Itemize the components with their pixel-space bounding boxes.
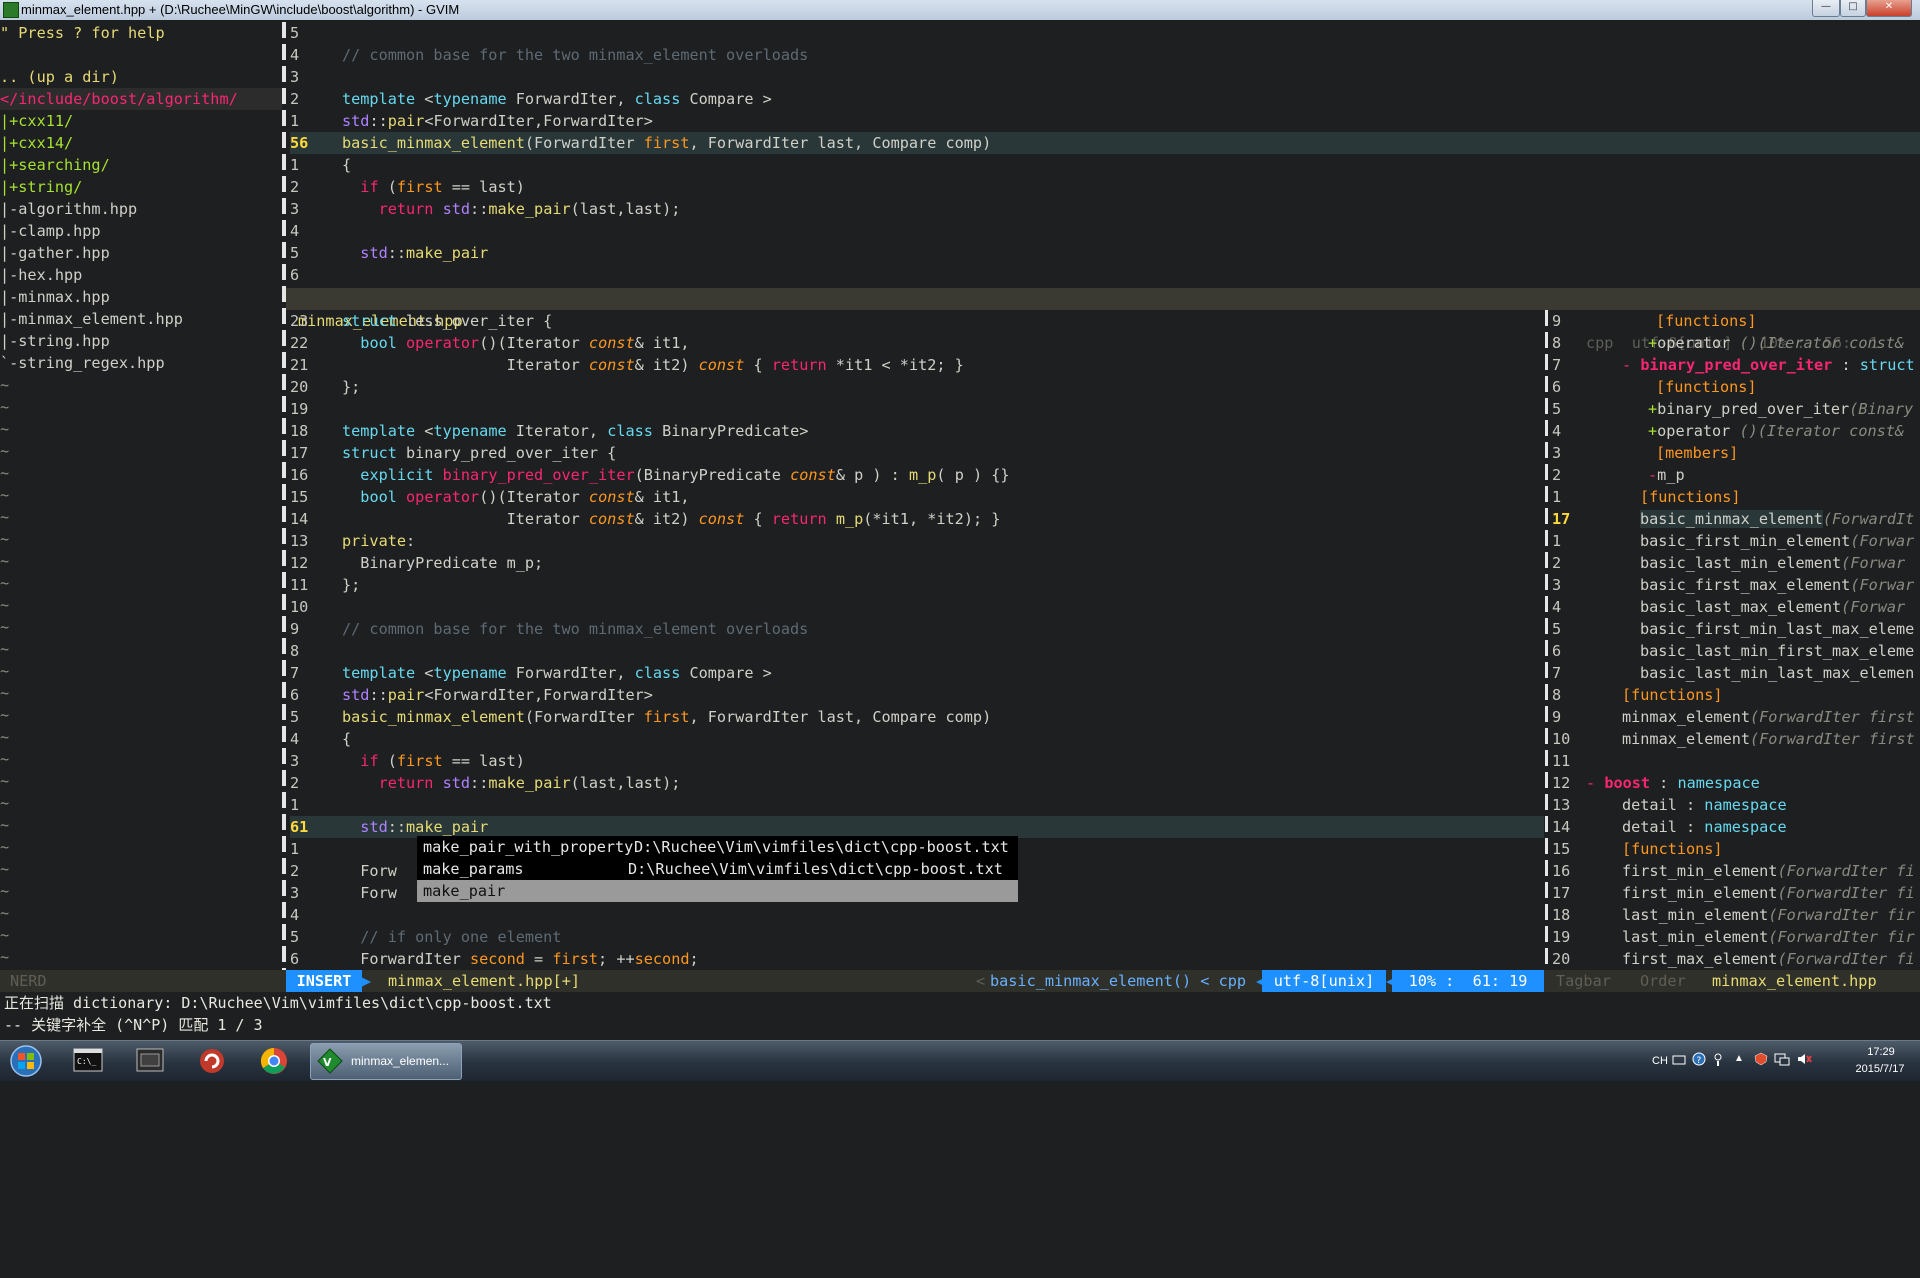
editor-top-split[interactable]: 5 4// common base for the two minmax_ele… <box>290 22 1920 288</box>
completion-item[interactable]: make_params D:\Ruchee\Vim\vimfiles\dict\c… <box>417 858 1018 880</box>
empty-line-tilde: ~ <box>0 662 10 680</box>
tag-row-current[interactable]: 17 basic_minmax_element(ForwardIt <box>1552 508 1920 530</box>
tagbar-sort-order: Order <box>1640 972 1686 990</box>
empty-line-tilde: ~ <box>0 618 10 636</box>
start-button-icon[interactable] <box>4 1044 48 1078</box>
nerdtree-file[interactable]: |-algorithm.hpp <box>0 198 137 220</box>
clock-time[interactable]: 17:29 <box>1848 1046 1914 1058</box>
empty-line-tilde: ~ <box>0 882 10 900</box>
taskbar-gvim-label: minmax_elemen... <box>351 1054 450 1068</box>
nerdtree-dir[interactable]: |+cxx14/ <box>0 132 73 154</box>
empty-line-tilde: ~ <box>0 420 10 438</box>
empty-line-tilde: ~ <box>0 574 10 592</box>
tagbar-status: Tagbar <box>1556 972 1611 990</box>
language-indicator[interactable]: CH <box>1652 1055 1668 1067</box>
empty-line-tilde: ~ <box>0 486 10 504</box>
nerdtree-file[interactable]: |-gather.hpp <box>0 242 110 264</box>
mode-indicator: INSERT <box>286 970 362 992</box>
code-line-current: 56 basic_minmax_element(ForwardIter first… <box>290 132 1920 154</box>
separator-icon: < <box>976 972 986 990</box>
nerdtree-dir[interactable]: |+string/ <box>0 176 82 198</box>
nerdtree-file[interactable]: `-string_regex.hpp <box>0 352 165 374</box>
windows-taskbar: C:\_ V minmax_elemen... CH ? ▲ 17:29 201… <box>0 1040 1920 1081</box>
svg-text:V: V <box>323 1056 332 1069</box>
svg-text:C:\_: C:\_ <box>77 1057 96 1066</box>
empty-line-tilde: ~ <box>0 860 10 878</box>
nerdtree-file[interactable]: |-minmax.hpp <box>0 286 110 308</box>
settings-icon[interactable] <box>1712 1051 1724 1067</box>
top-split-statusline[interactable]: minmax_element.hpp cpp utf-8[unix] 10% :… <box>286 288 1920 352</box>
nerdtree-root[interactable]: </include/boost/algorithm/ <box>0 88 282 110</box>
empty-line-tilde: ~ <box>0 904 10 922</box>
window-titlebar[interactable]: minmax_element.hpp + (D:\Ruchee\MinGW\in… <box>0 0 1920 20</box>
empty-line-tilde: ~ <box>0 640 10 658</box>
empty-line-tilde: ~ <box>0 464 10 482</box>
empty-line-tilde: ~ <box>0 772 10 790</box>
tagbar-panel[interactable]: 9 [functions] 8 +operator ()(Iterator cons… <box>1552 310 1920 970</box>
command-line-mode: -- 关键字补全 (^N^P) 匹配 1 / 3 <box>4 1016 263 1034</box>
statusline: NERD INSERT ▶ minmax_element.hpp[+] < ba… <box>0 970 1920 992</box>
empty-line-tilde: ~ <box>0 530 10 548</box>
shell-app-icon[interactable] <box>186 1044 238 1078</box>
nerdtree-panel[interactable]: " Press ? for help .. (up a dir) </inclu… <box>0 22 282 970</box>
empty-line-tilde: ~ <box>0 728 10 746</box>
gvim-icon: V <box>317 1048 343 1074</box>
empty-line-tilde: ~ <box>0 596 10 614</box>
empty-line-tilde: ~ <box>0 794 10 812</box>
svg-text:?: ? <box>1697 1056 1702 1066</box>
minimize-button[interactable]: — <box>1812 0 1840 17</box>
empty-line-tilde: ~ <box>0 684 10 702</box>
empty-line-tilde: ~ <box>0 838 10 856</box>
vertical-split-divider[interactable] <box>1545 310 1548 970</box>
empty-line-tilde: ~ <box>0 926 10 944</box>
show-hidden-icons-icon[interactable]: ▲ <box>1734 1053 1744 1064</box>
status-encoding: utf-8[unix] <box>1262 970 1386 992</box>
keyboard-icon[interactable] <box>1672 1053 1686 1067</box>
empty-line-tilde: ~ <box>0 706 10 724</box>
completion-item[interactable]: make_pair_with_property D:\Ruchee\Vim\vim… <box>417 836 1018 858</box>
security-icon[interactable] <box>1754 1052 1768 1066</box>
empty-line-tilde: ~ <box>0 508 10 526</box>
nerdtree-status: NERD <box>10 972 47 990</box>
status-function: basic_minmax_element() < cpp <box>990 972 1247 990</box>
maximize-button[interactable]: □ <box>1840 0 1866 17</box>
completion-item-selected[interactable]: make_pair <box>417 880 1018 902</box>
empty-line-tilde: ~ <box>0 398 10 416</box>
gvim-app-icon <box>3 2 19 18</box>
taskbar-gvim-button[interactable]: V minmax_elemen... <box>310 1043 462 1080</box>
nerdtree-dir[interactable]: |+searching/ <box>0 154 110 176</box>
close-button[interactable]: ✕ <box>1866 0 1912 17</box>
network-icon[interactable] <box>1774 1052 1790 1066</box>
nerdtree-dir[interactable]: |+cxx11/ <box>0 110 73 132</box>
completion-popup[interactable]: make_pair_with_property D:\Ruchee\Vim\vim… <box>417 836 1018 902</box>
vertical-split-divider[interactable] <box>282 22 286 970</box>
nerdtree-file[interactable]: |-hex.hpp <box>0 264 82 286</box>
window-title: minmax_element.hpp + (D:\Ruchee\MinGW\in… <box>21 2 460 17</box>
empty-line-tilde: ~ <box>0 376 10 394</box>
command-line-message: 正在扫描 dictionary: D:\Ruchee\Vim\vimfiles\… <box>4 994 552 1012</box>
volume-muted-icon[interactable] <box>1796 1052 1812 1066</box>
empty-line-tilde: ~ <box>0 442 10 460</box>
separator-icon: ▶ <box>362 972 372 990</box>
empty-line-tilde: ~ <box>0 816 10 834</box>
empty-line-tilde: ~ <box>0 750 10 768</box>
empty-line-tilde: ~ <box>0 948 10 966</box>
nerdtree-updir[interactable]: .. (up a dir) <box>0 66 119 88</box>
nerdtree-file[interactable]: |-string.hpp <box>0 330 110 352</box>
code-line-current[interactable]: 61 std::make_pair <box>290 816 1544 838</box>
status-filename: minmax_element.hpp[+] <box>388 972 581 990</box>
nerdtree-file[interactable]: |-clamp.hpp <box>0 220 101 242</box>
terminal-icon[interactable] <box>124 1044 176 1078</box>
nerdtree-help: " Press ? for help <box>0 24 165 42</box>
empty-line-tilde: ~ <box>0 552 10 570</box>
tagbar-filename: minmax_element.hpp <box>1712 972 1877 990</box>
chrome-icon[interactable] <box>248 1044 300 1078</box>
status-position: 10% : 61: 19 <box>1392 970 1544 992</box>
nerdtree-file[interactable]: |-minmax_element.hpp <box>0 308 183 330</box>
help-icon[interactable]: ? <box>1692 1052 1706 1066</box>
clock-date[interactable]: 2015/7/17 <box>1842 1063 1918 1075</box>
cmd-icon[interactable]: C:\_ <box>62 1044 114 1078</box>
